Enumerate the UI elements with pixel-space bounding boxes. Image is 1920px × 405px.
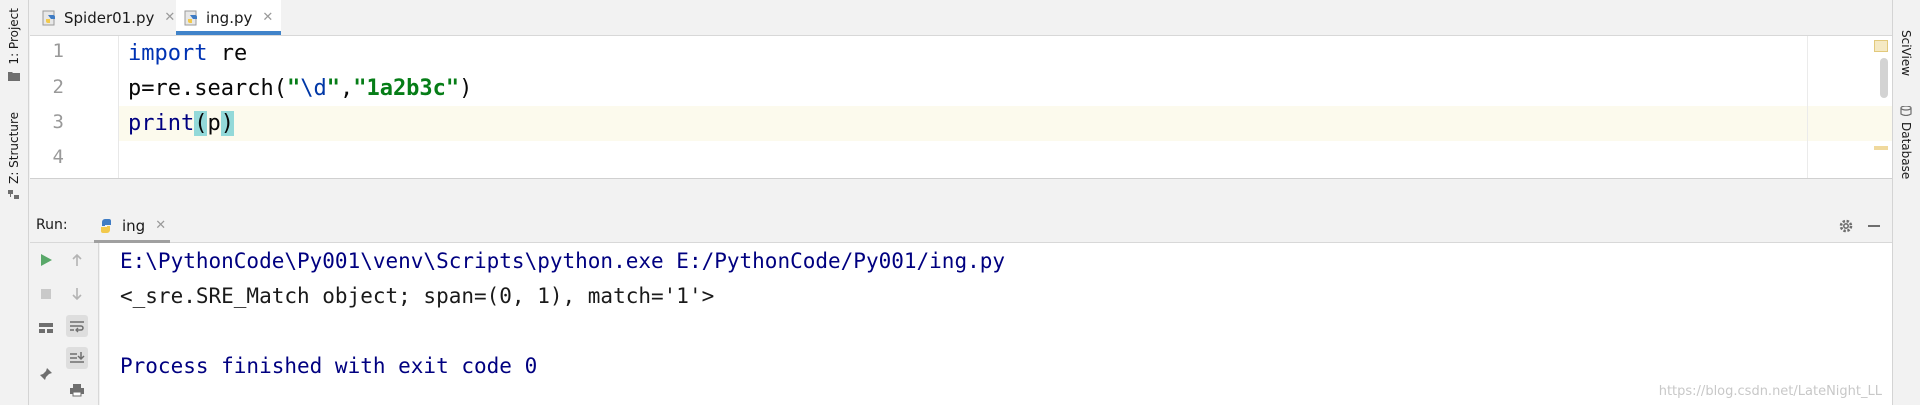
tab-label: Spider01.py [64, 8, 155, 27]
structure-tool-tab[interactable]: Z: Structure [3, 112, 25, 200]
structure-icon [8, 189, 19, 199]
run-panel-header: Run: ing ✕ [30, 208, 1892, 243]
layout-icon[interactable] [35, 317, 57, 339]
inspection-indicator[interactable] [1874, 40, 1888, 52]
string-literal: "1a2b3c" [353, 76, 460, 101]
run-toolbar [30, 243, 99, 405]
string-quote: " [326, 76, 340, 101]
python-icon [101, 218, 111, 233]
code-text: re [207, 41, 248, 66]
database-icon [1900, 106, 1912, 116]
database-tool-tab[interactable]: Database [1895, 106, 1917, 179]
editor-tab-bar: Spider01.py ✕ ing.py ✕ [30, 0, 1892, 36]
rerun-icon[interactable] [35, 249, 57, 271]
python-file-icon [184, 10, 197, 25]
code-text: ) [459, 76, 473, 101]
project-tool-tab[interactable]: 1: Project [3, 8, 25, 81]
panel-splitter[interactable] [30, 178, 1892, 208]
print-icon[interactable] [66, 379, 88, 401]
code-text: , [339, 76, 354, 101]
close-icon[interactable]: ✕ [262, 10, 273, 25]
run-label: Run: [36, 217, 68, 233]
code-line-1[interactable]: import re [128, 36, 1808, 71]
code-line-3[interactable]: print(p) [128, 106, 1808, 141]
line-number: 2 [52, 76, 64, 98]
stop-icon[interactable] [35, 283, 57, 305]
python-file-icon [42, 10, 55, 25]
code-text: p [207, 111, 221, 136]
scroll-to-end-icon[interactable] [66, 347, 88, 369]
run-console[interactable]: E:\PythonCode\Py001\venv\Scripts\python.… [100, 243, 1892, 405]
close-icon[interactable]: ✕ [164, 10, 175, 25]
project-tool-label: 1: Project [7, 8, 21, 65]
right-tool-strip: SciView Database [1892, 0, 1920, 405]
gear-icon[interactable] [1836, 216, 1856, 236]
minimize-icon[interactable] [1864, 216, 1884, 236]
console-output-line: <_sre.SRE_Match object; span=(0, 1), mat… [120, 284, 715, 308]
left-tool-strip: 1: Project Z: Structure [0, 0, 29, 405]
brace-match-open: ( [194, 111, 208, 136]
line-number: 4 [52, 146, 64, 168]
console-exit-line: Process finished with exit code 0 [120, 354, 538, 378]
run-tab-label: ing [122, 216, 146, 235]
close-icon[interactable]: ✕ [155, 218, 166, 233]
code-text: p=re.search( [128, 76, 287, 101]
tab-ing-py[interactable]: ing.py ✕ [176, 0, 282, 35]
soft-wrap-icon[interactable] [66, 315, 88, 337]
caret-line-marker [1874, 146, 1888, 150]
string-quote: " [286, 76, 301, 101]
builtin-print: print [128, 111, 195, 136]
line-number: 3 [52, 111, 64, 133]
line-number: 1 [52, 40, 64, 62]
pin-icon[interactable] [35, 363, 57, 385]
arrow-up-icon[interactable] [66, 249, 88, 271]
tab-spider01-py[interactable]: Spider01.py ✕ [34, 0, 183, 35]
tab-label: ing.py [206, 8, 253, 27]
run-tab-ing[interactable]: ing ✕ [90, 208, 174, 243]
sciview-tool-label: SciView [1899, 30, 1913, 77]
keyword-import: import [128, 41, 208, 66]
watermark: https://blog.csdn.net/LateNight_LL [1658, 384, 1882, 399]
structure-tool-label: Z: Structure [7, 112, 21, 184]
code-editor[interactable]: 1 2 3 4 import re p=re.search("\d","1a2b… [30, 36, 1892, 178]
brace-match-close: ) [220, 111, 234, 136]
error-stripe [1862, 36, 1892, 178]
sciview-tool-tab[interactable]: SciView [1895, 30, 1917, 76]
folder-icon [8, 71, 20, 81]
line-number-gutter: 1 2 3 4 [30, 36, 119, 178]
code-line-2[interactable]: p=re.search("\d","1a2b3c") [128, 71, 1808, 106]
console-command-line: E:\PythonCode\Py001\venv\Scripts\python.… [120, 249, 1006, 273]
regex-escape: \d [300, 76, 327, 101]
arrow-down-icon[interactable] [66, 283, 88, 305]
database-tool-label: Database [1899, 122, 1913, 180]
editor-scrollbar[interactable] [1880, 58, 1888, 98]
